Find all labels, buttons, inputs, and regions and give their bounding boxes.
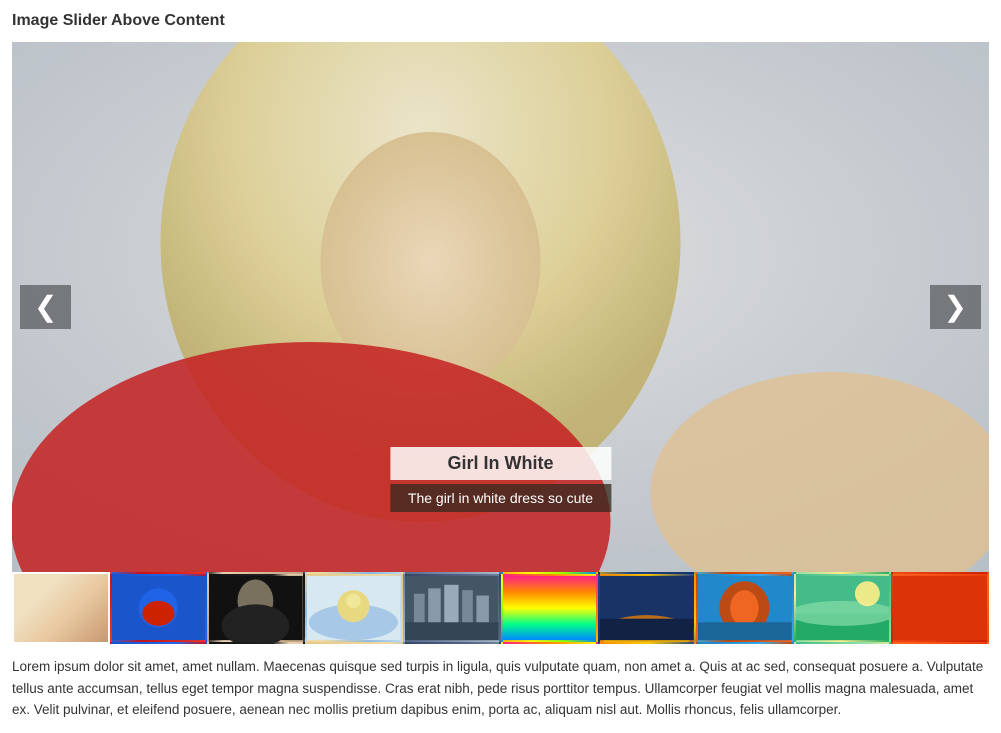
thumb-svg-4 bbox=[405, 574, 499, 642]
prev-button[interactable]: ❮ bbox=[20, 285, 71, 329]
thumbnail-6[interactable] bbox=[598, 572, 696, 644]
thumbnail-7[interactable] bbox=[696, 572, 794, 644]
thumbnail-3[interactable] bbox=[305, 572, 403, 644]
body-text: Lorem ipsum dolor sit amet, amet nullam.… bbox=[12, 656, 989, 721]
image-slider: ❮ ❯ Girl In White The girl in white dres… bbox=[12, 42, 989, 572]
next-button[interactable]: ❯ bbox=[930, 285, 981, 329]
thumbnail-4[interactable] bbox=[403, 572, 501, 644]
page-title: Image Slider Above Content bbox=[12, 12, 989, 30]
thumb-svg-5 bbox=[503, 574, 597, 642]
thumb-svg-7 bbox=[698, 574, 792, 642]
thumbnail-0[interactable] bbox=[12, 572, 110, 644]
slide-svg bbox=[12, 42, 989, 572]
thumbnail-2[interactable] bbox=[207, 572, 305, 644]
thumbnail-5[interactable] bbox=[501, 572, 599, 644]
thumbnail-1[interactable] bbox=[110, 572, 208, 644]
thumbnail-8[interactable] bbox=[794, 572, 892, 644]
thumb-svg-9 bbox=[893, 574, 987, 642]
slide-image bbox=[12, 42, 989, 572]
thumbnail-9[interactable] bbox=[891, 572, 989, 644]
thumb-svg-2 bbox=[209, 574, 303, 642]
thumbnails-row bbox=[12, 572, 989, 644]
thumb-svg-8 bbox=[796, 574, 890, 642]
thumb-svg-3 bbox=[307, 574, 401, 642]
thumb-svg-6 bbox=[600, 574, 694, 642]
thumb-svg-1 bbox=[112, 574, 206, 642]
